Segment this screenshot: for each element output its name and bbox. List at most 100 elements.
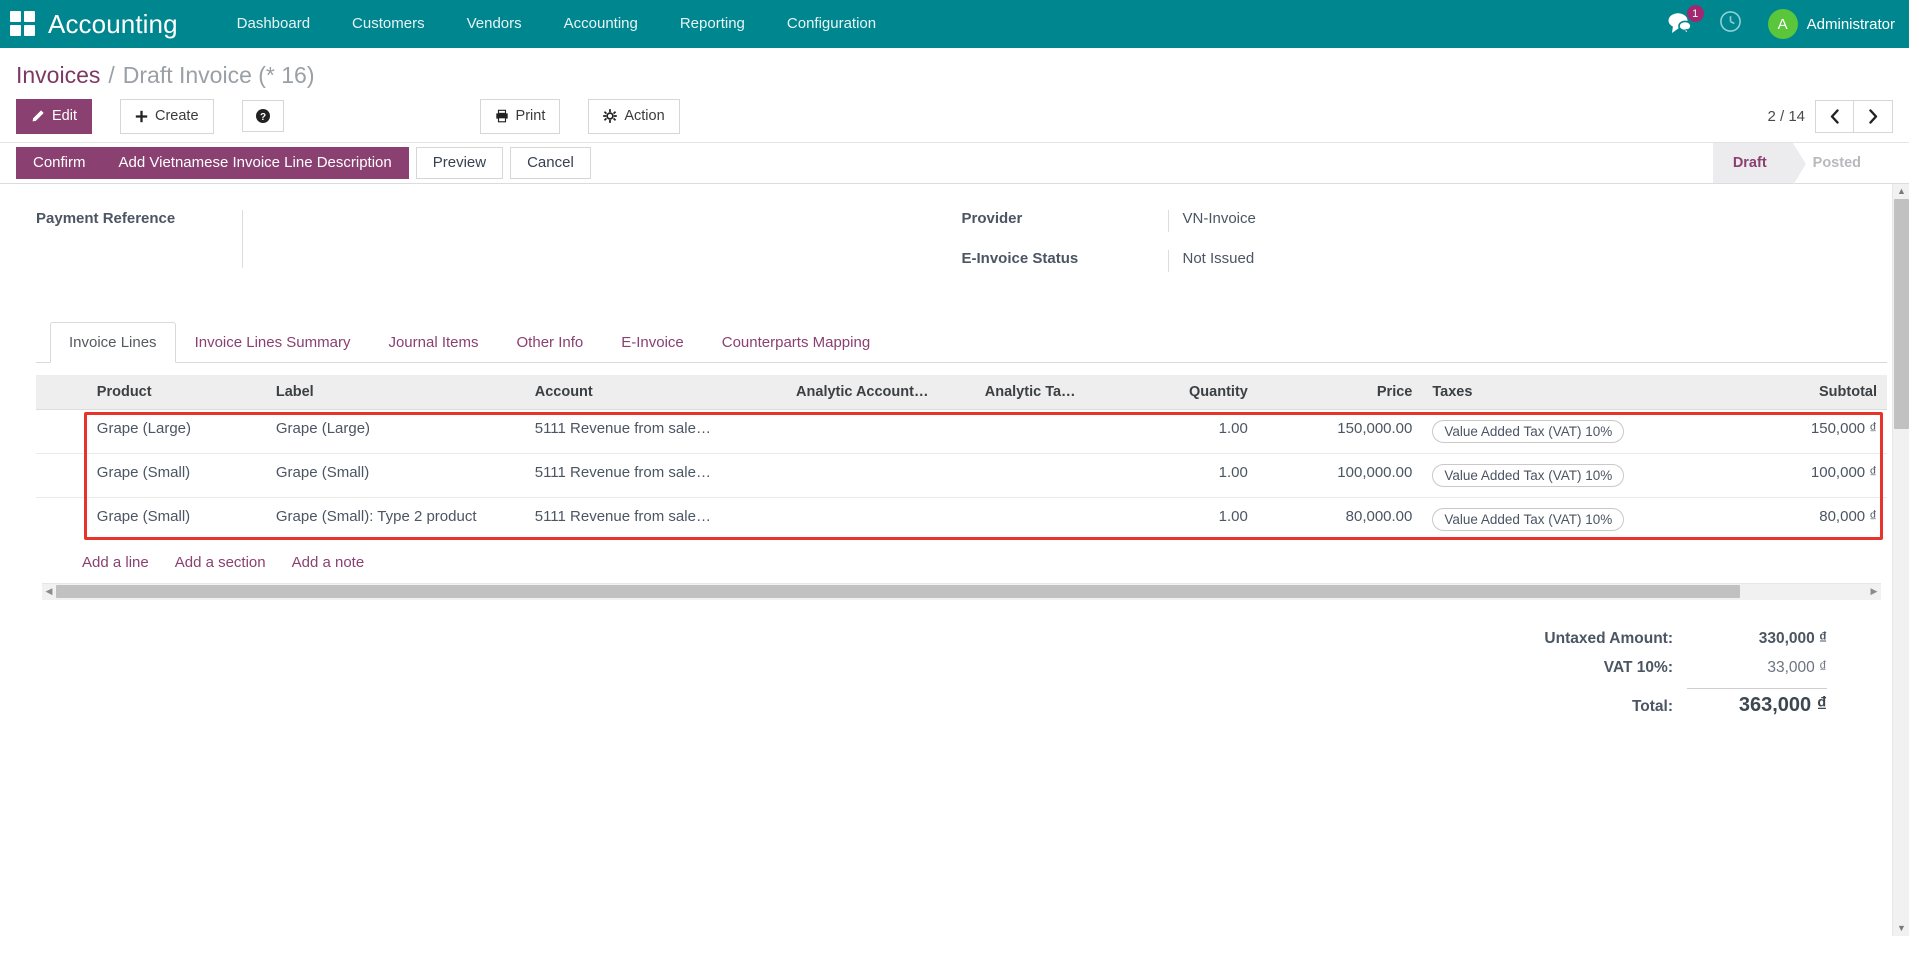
cell-account[interactable]: 5111 Revenue from sale…: [525, 409, 786, 453]
pager-next-button[interactable]: [1854, 100, 1893, 133]
menu-item-reporting[interactable]: Reporting: [659, 0, 766, 48]
pager-previous-button[interactable]: [1815, 100, 1854, 133]
clock-icon[interactable]: [1719, 10, 1742, 38]
cell-price[interactable]: 100,000.00: [1258, 453, 1423, 497]
column-product[interactable]: Product: [87, 375, 266, 410]
menu-item-vendors[interactable]: Vendors: [446, 0, 543, 48]
confirm-button[interactable]: Confirm: [16, 147, 103, 179]
user-menu[interactable]: A Administrator: [1768, 9, 1895, 39]
cell-quantity[interactable]: 1.00: [1096, 453, 1258, 497]
field-value-provider[interactable]: VN-Invoice: [1168, 210, 1888, 232]
form-column-left: Payment Reference: [36, 210, 962, 290]
tab-other-info[interactable]: Other Info: [498, 322, 603, 363]
add-a-section-link[interactable]: Add a section: [175, 554, 266, 571]
cell-analytic-account[interactable]: [786, 453, 975, 497]
edit-button-label: Edit: [52, 107, 77, 126]
column-analytic-tags[interactable]: Analytic Ta…: [975, 375, 1096, 410]
column-handle: [36, 375, 87, 410]
apps-grid-icon[interactable]: [10, 11, 36, 37]
table-row[interactable]: Grape (Large) Grape (Large) 5111 Revenue…: [36, 409, 1887, 453]
question-circle-icon: ?: [255, 108, 271, 124]
row-handle[interactable]: [36, 453, 87, 497]
field-einvoice-status: E-Invoice Status Not Issued: [962, 250, 1888, 272]
tab-invoice-lines-summary[interactable]: Invoice Lines Summary: [176, 322, 370, 363]
cell-account[interactable]: 5111 Revenue from sale…: [525, 497, 786, 541]
add-a-line-link[interactable]: Add a line: [82, 554, 149, 571]
cell-price[interactable]: 150,000.00: [1258, 409, 1423, 453]
menu-item-configuration[interactable]: Configuration: [766, 0, 897, 48]
help-button[interactable]: ?: [242, 100, 284, 132]
chat-bubble-icon[interactable]: 1: [1667, 12, 1693, 36]
row-handle[interactable]: [36, 497, 87, 541]
menu-item-dashboard[interactable]: Dashboard: [216, 0, 331, 48]
column-quantity[interactable]: Quantity: [1096, 375, 1258, 410]
column-subtotal[interactable]: Subtotal: [1669, 375, 1887, 410]
tab-counterparts-mapping[interactable]: Counterparts Mapping: [703, 322, 889, 363]
cell-analytic-tags[interactable]: [975, 409, 1096, 453]
cell-label[interactable]: Grape (Small): [266, 453, 525, 497]
chevron-left-icon: [1829, 109, 1840, 124]
cell-analytic-tags[interactable]: [975, 453, 1096, 497]
breadcrumb-root-invoices[interactable]: Invoices: [16, 62, 100, 89]
cell-analytic-account[interactable]: [786, 497, 975, 541]
menu-item-customers[interactable]: Customers: [331, 0, 446, 48]
workflow-buttons: Confirm Add Vietnamese Invoice Line Desc…: [16, 143, 591, 183]
column-taxes[interactable]: Taxes: [1422, 375, 1669, 410]
row-handle[interactable]: [36, 409, 87, 453]
cell-quantity[interactable]: 1.00: [1096, 497, 1258, 541]
column-analytic-account[interactable]: Analytic Account…: [786, 375, 975, 410]
cell-quantity[interactable]: 1.00: [1096, 409, 1258, 453]
state-indicator: Draft Posted: [1713, 143, 1909, 183]
cell-account[interactable]: 5111 Revenue from sale…: [525, 453, 786, 497]
column-account[interactable]: Account: [525, 375, 786, 410]
cell-price[interactable]: 80,000.00: [1258, 497, 1423, 541]
cell-analytic-account[interactable]: [786, 409, 975, 453]
horizontal-scrollbar[interactable]: ◀ ▶: [42, 583, 1881, 600]
totals-table: Untaxed Amount: 330,000 ₫ VAT 10%: 33,00…: [1491, 630, 1827, 728]
cell-product[interactable]: Grape (Small): [87, 453, 266, 497]
menu-item-accounting[interactable]: Accounting: [543, 0, 659, 48]
cell-taxes[interactable]: Value Added Tax (VAT) 10%: [1422, 497, 1669, 541]
state-posted[interactable]: Posted: [1793, 143, 1887, 183]
field-value-einvoice-status[interactable]: Not Issued: [1168, 250, 1888, 272]
add-vietnamese-invoice-line-description-button[interactable]: Add Vietnamese Invoice Line Description: [103, 147, 409, 179]
triangle-left-icon[interactable]: ◀: [42, 586, 56, 597]
preview-button[interactable]: Preview: [416, 147, 503, 179]
table-row[interactable]: Grape (Small) Grape (Small) 5111 Revenue…: [36, 453, 1887, 497]
cell-product[interactable]: Grape (Large): [87, 409, 266, 453]
field-value-payment-reference[interactable]: [242, 210, 962, 268]
tab-journal-items[interactable]: Journal Items: [369, 322, 497, 363]
column-price[interactable]: Price: [1258, 375, 1423, 410]
horizontal-scrollbar-thumb[interactable]: [56, 585, 1740, 598]
cell-product[interactable]: Grape (Small): [87, 497, 266, 541]
pencil-icon: [31, 109, 45, 123]
edit-button[interactable]: Edit: [16, 99, 92, 134]
cell-analytic-tags[interactable]: [975, 497, 1096, 541]
field-payment-reference: Payment Reference: [36, 210, 962, 268]
pager-buttons: [1815, 100, 1893, 133]
vertical-scrollbar[interactable]: ▲ ▼: [1892, 184, 1909, 936]
create-button[interactable]: Create: [120, 99, 214, 134]
horizontal-scrollbar-track[interactable]: [56, 585, 1867, 598]
column-label[interactable]: Label: [266, 375, 525, 410]
tab-invoice-lines[interactable]: Invoice Lines: [50, 322, 176, 363]
vertical-scrollbar-thumb[interactable]: [1894, 199, 1909, 429]
table-body: Grape (Large) Grape (Large) 5111 Revenue…: [36, 409, 1887, 541]
print-button[interactable]: Print: [480, 99, 561, 134]
triangle-up-icon[interactable]: ▲: [1893, 184, 1909, 199]
action-button[interactable]: Action: [588, 99, 679, 134]
state-draft[interactable]: Draft: [1713, 143, 1793, 183]
cell-label[interactable]: Grape (Large): [266, 409, 525, 453]
print-button-label: Print: [516, 107, 546, 126]
triangle-right-icon[interactable]: ▶: [1867, 586, 1881, 597]
tab-e-invoice[interactable]: E-Invoice: [602, 322, 703, 363]
add-a-note-link[interactable]: Add a note: [292, 554, 365, 571]
cell-taxes[interactable]: Value Added Tax (VAT) 10%: [1422, 453, 1669, 497]
cancel-button[interactable]: Cancel: [510, 147, 591, 179]
gear-icon: [603, 109, 617, 123]
table-row[interactable]: Grape (Small) Grape (Small): Type 2 prod…: [36, 497, 1887, 541]
cell-label[interactable]: Grape (Small): Type 2 product: [266, 497, 525, 541]
triangle-down-icon[interactable]: ▼: [1893, 921, 1909, 936]
app-brand-title[interactable]: Accounting: [48, 9, 178, 40]
cell-taxes[interactable]: Value Added Tax (VAT) 10%: [1422, 409, 1669, 453]
